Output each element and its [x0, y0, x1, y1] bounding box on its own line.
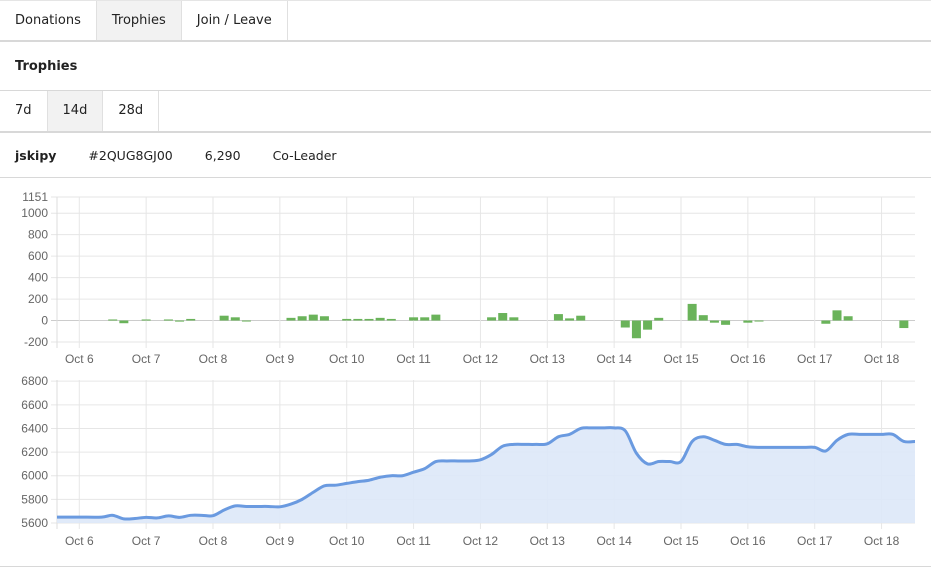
y-tick-label: 5600 [21, 516, 48, 530]
bar [375, 317, 385, 321]
bar [119, 320, 129, 324]
x-tick-label: Oct 18 [864, 534, 900, 548]
bar [620, 320, 630, 328]
x-tick-label: Oct 10 [329, 352, 365, 366]
range-14d[interactable]: 14d [47, 91, 104, 131]
x-tick-label: Oct 6 [65, 534, 94, 548]
bar [163, 319, 173, 321]
x-tick-label: Oct 9 [266, 534, 295, 548]
bar [241, 320, 251, 322]
x-tick-label: Oct 18 [864, 352, 900, 366]
y-tick-label: 1151 [22, 190, 48, 204]
y-tick-label: 200 [28, 292, 48, 306]
bar [487, 317, 497, 321]
player-name: jskipy [15, 147, 57, 163]
y-tick-label: 6200 [21, 445, 48, 459]
bar [576, 315, 586, 321]
bar [364, 318, 374, 321]
bar [509, 317, 519, 321]
x-tick-label: Oct 7 [132, 534, 161, 548]
bar [821, 320, 831, 324]
bar [297, 316, 307, 321]
bar [230, 317, 240, 321]
x-tick-label: Oct 10 [329, 534, 365, 548]
y-tick-label: 6800 [21, 374, 48, 388]
range-tabs: 7d 14d 28d [0, 91, 931, 133]
bar [721, 320, 731, 325]
x-tick-label: Oct 12 [463, 352, 499, 366]
x-tick-label: Oct 7 [132, 352, 161, 366]
bar [565, 318, 575, 321]
y-tick-label: 600 [28, 249, 48, 263]
x-tick-label: Oct 9 [266, 352, 295, 366]
bar [386, 318, 396, 321]
y-tick-label: 6400 [21, 421, 48, 435]
range-28d[interactable]: 28d [103, 91, 160, 131]
bar [709, 320, 719, 323]
x-tick-label: Oct 16 [730, 534, 766, 548]
x-tick-label: Oct 8 [199, 534, 228, 548]
tab-trophies[interactable]: Trophies [96, 1, 182, 40]
player-tag: #2QUG8GJ00 [88, 147, 173, 163]
x-tick-label: Oct 11 [396, 534, 431, 548]
bar [899, 320, 909, 329]
y-tick-label: 6600 [21, 398, 48, 412]
bar [342, 318, 352, 321]
y-tick-label: 6000 [21, 469, 48, 483]
trophy-change-bar-chart: 1151 1000 800 600 400 200 0 -200 Oct 6 Oct 7 Oct 8… [21, 190, 915, 366]
trophy-total-line-chart: 6800 6600 6400 6200 6000 5800 5600 Oct 6 Oct 7 Oc… [21, 374, 916, 548]
bar [353, 318, 363, 321]
x-tick-label: Oct 11 [396, 352, 431, 366]
bar [108, 319, 118, 321]
x-tick-label: Oct 15 [663, 534, 699, 548]
main-tabs: Donations Trophies Join / Leave [0, 0, 931, 42]
bar [654, 317, 664, 321]
bar [175, 320, 185, 322]
bar [286, 317, 296, 321]
tab-join-leave[interactable]: Join / Leave [182, 1, 288, 40]
x-tick-label: Oct 8 [199, 352, 228, 366]
bar [308, 314, 318, 321]
x-tick-label: Oct 17 [797, 352, 833, 366]
x-tick-label: Oct 13 [530, 352, 566, 366]
bar [319, 316, 329, 321]
y-tick-label: 0 [41, 314, 48, 328]
bar [832, 310, 842, 321]
y-tick-label: 800 [28, 228, 48, 242]
bar [431, 314, 441, 321]
bar [219, 315, 229, 321]
x-tick-label: Oct 12 [463, 534, 499, 548]
bar [420, 317, 430, 321]
bar [409, 317, 419, 321]
y-tick-label: 1000 [21, 206, 48, 220]
range-7d[interactable]: 7d [0, 91, 48, 131]
tab-donations[interactable]: Donations [0, 1, 97, 40]
bar [186, 318, 196, 321]
bar [698, 315, 708, 321]
bar [631, 320, 641, 339]
x-tick-label: Oct 14 [596, 352, 632, 366]
section-title: Trophies [0, 42, 931, 91]
y-tick-label: 400 [28, 271, 48, 285]
bar [743, 320, 753, 323]
divider [0, 566, 931, 567]
x-tick-label: Oct 6 [65, 352, 94, 366]
x-tick-label: Oct 13 [530, 534, 566, 548]
x-tick-label: Oct 16 [730, 352, 766, 366]
bar [754, 320, 764, 322]
bar [843, 316, 853, 321]
bar [141, 319, 151, 321]
player-row: jskipy #2QUG8GJ00 6,290 Co-Leader [0, 133, 931, 178]
x-tick-label: Oct 14 [596, 534, 632, 548]
x-tick-label: Oct 15 [663, 352, 699, 366]
y-tick-label: -200 [24, 335, 48, 349]
bar [643, 320, 653, 330]
x-tick-label: Oct 17 [797, 534, 833, 548]
bar [553, 314, 563, 321]
player-trophies: 6,290 [204, 147, 241, 163]
bar [687, 303, 697, 321]
player-role: Co-Leader [272, 147, 337, 163]
bar [498, 313, 508, 321]
y-tick-label: 5800 [21, 492, 48, 506]
